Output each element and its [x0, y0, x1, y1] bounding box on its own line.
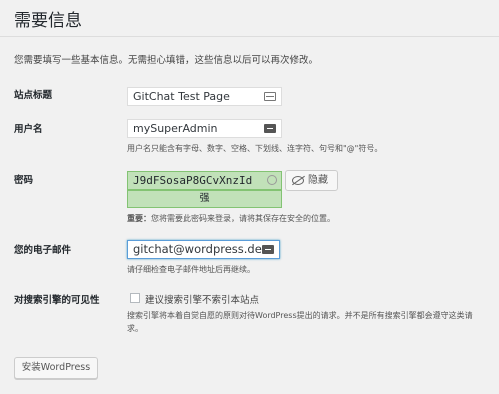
install-wordpress-button[interactable]: 安装WordPress	[14, 357, 98, 379]
intro-text: 您需要填写一些基本信息。无需担心填错，这些信息以后可以再次修改。	[14, 55, 319, 66]
email-value: gitchat@wordpress.dev	[133, 242, 269, 256]
email-hint: 请仔细检查电子邮件地址后再继续。	[127, 265, 255, 274]
password-reveal-icon[interactable]	[267, 175, 277, 185]
important-prefix: 重要：	[127, 214, 151, 223]
noindex-checkbox-label[interactable]: 建议搜索引擎不索引本站点	[145, 292, 259, 306]
hide-password-label: 隐藏	[308, 175, 328, 186]
visibility-hint-line2: 求。	[127, 324, 143, 333]
visibility-label: 对搜索引擎的可见性	[14, 295, 100, 306]
username-label: 用户名	[14, 124, 43, 135]
password-input[interactable]: J9dFSosaP8GCvXnzId	[127, 171, 282, 190]
password-label: 密码	[14, 175, 34, 186]
username-input[interactable]: mySuperAdmin	[127, 119, 282, 138]
site-title-value: GitChat Test Page	[133, 90, 230, 103]
visibility-hint-line1: 搜索引擎将本着自觉自愿的原则对待WordPress提出的请求。并不是所有搜索引擎…	[127, 311, 473, 320]
email-input[interactable]: gitchat@wordpress.dev	[127, 240, 280, 259]
username-hint: 用户名只能含有字母、数字、空格、下划线、连字符、句号和"@"符号。	[127, 144, 383, 153]
password-value: J9dFSosaP8GCvXnzId	[133, 174, 253, 187]
keyboard-icon	[264, 124, 276, 133]
page-title: 需要信息	[14, 11, 82, 31]
site-title-input[interactable]: GitChat Test Page	[127, 87, 282, 106]
contact-card-icon	[264, 92, 276, 101]
keyboard-icon	[262, 245, 274, 254]
username-value: mySuperAdmin	[133, 122, 218, 135]
email-label: 您的电子邮件	[14, 245, 72, 256]
site-title-label: 站点标题	[14, 90, 53, 101]
eye-slash-icon	[292, 176, 304, 185]
noindex-checkbox[interactable]	[130, 293, 140, 303]
important-text: 您将需要此密码来登录，请将其保存在安全的位置。	[151, 214, 335, 223]
password-strength-meter: 强	[127, 190, 282, 208]
hide-password-button[interactable]: 隐藏	[285, 170, 338, 191]
password-important-note: 重要：您将需要此密码来登录，请将其保存在安全的位置。	[127, 213, 335, 224]
divider	[0, 36, 499, 37]
